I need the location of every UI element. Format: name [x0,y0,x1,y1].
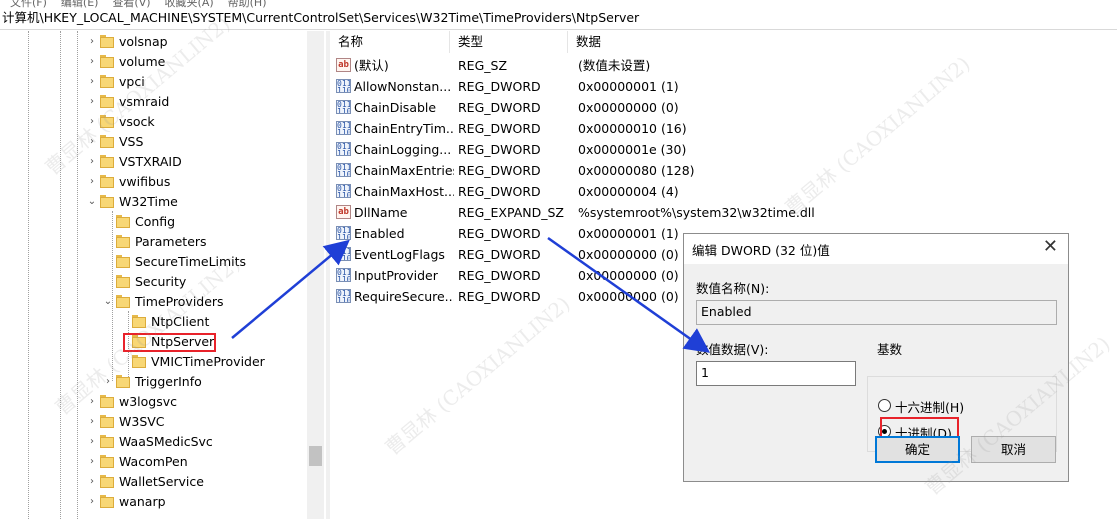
annotation-arrows [231,236,711,353]
arrow-list-to-dialog [547,236,711,353]
arrow-tree-to-list [231,239,350,339]
